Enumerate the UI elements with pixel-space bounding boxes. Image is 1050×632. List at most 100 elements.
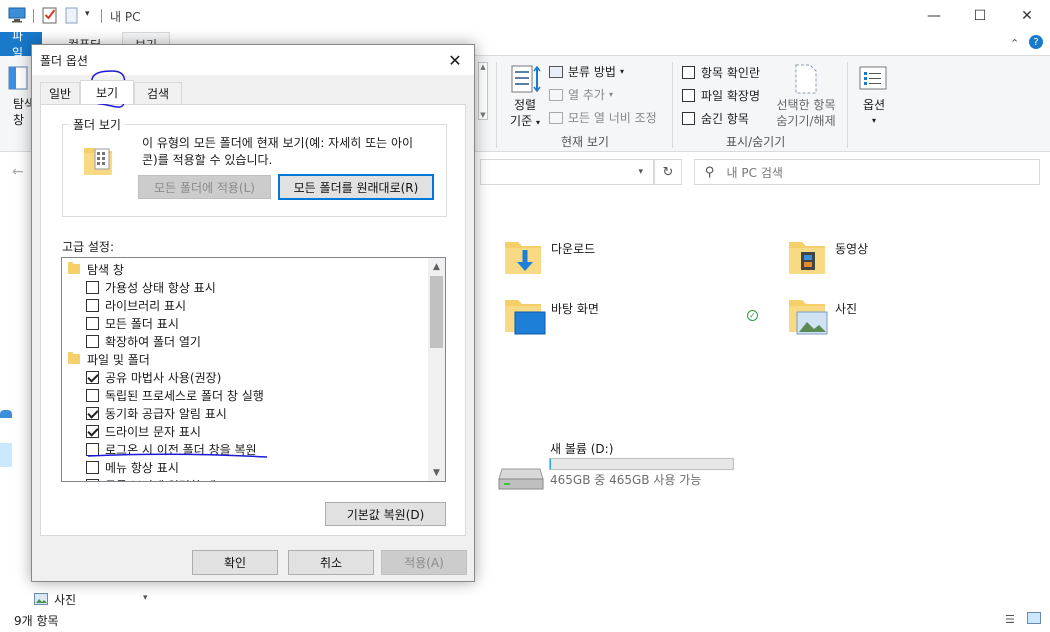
tree-checkbox-item[interactable]: 가용성 상태 항상 표시 [86,278,216,296]
tree-checkbox-item[interactable]: 드라이브 문자 표시 [86,422,201,440]
scroll-up-icon[interactable]: ▲ [428,258,445,275]
tree-folder-node[interactable]: 탐색 창 [68,260,124,278]
onedrive-icon[interactable] [0,410,12,418]
tree-checkbox-item[interactable]: 라이브러리 표시 [86,296,186,314]
tree-item-label: 탐색 창 [87,262,124,277]
tree-checkbox-item[interactable]: 동기화 공급자 알림 표시 [86,404,227,422]
large-icons-view-icon[interactable] [1027,612,1041,624]
folder-view-icon [83,143,113,180]
sort-by-icon[interactable] [511,64,541,97]
details-view-icon[interactable]: ☰ [1005,613,1015,626]
tree-checkbox-item[interactable]: 공유 마법사 사용(권장) [86,368,221,386]
help-icon[interactable]: ? [1029,35,1043,49]
advanced-settings-tree[interactable]: 탐색 창가용성 상태 항상 표시라이브러리 표시 모든 폴더 표시확장하여 폴더 … [61,257,446,482]
tree-checkbox-item[interactable]: 모든 폴더 표시 [86,314,179,332]
folder-icon [68,352,80,364]
collapse-ribbon-icon[interactable]: ⌃ [1010,37,1019,50]
fit-columns-icon [549,111,563,124]
checkbox[interactable] [86,298,99,312]
layout-gallery-scroll[interactable]: ▲ ▼ [478,62,488,120]
maximize-button[interactable]: ☐ [957,0,1003,32]
folder-videos-label[interactable]: 동영상 [835,240,868,257]
tree-scrollbar[interactable]: ▲ ▼ [428,258,445,481]
pictures-folder-icon[interactable] [787,296,831,341]
checkbox[interactable] [86,280,99,294]
apply-button[interactable]: 적용(A) [381,550,467,575]
item-checkboxes-toggle[interactable]: 항목 확인란 [682,64,760,81]
tree-checkbox-item[interactable]: 로그온 시 이전 폴더 창을 복원 [86,440,257,458]
status-bar [0,608,1050,632]
tab-general[interactable]: 일반 [40,82,80,104]
scroll-thumb[interactable] [430,276,443,348]
tree-item-label: 가용성 상태 항상 표시 [105,280,216,295]
tab-view[interactable]: 보기 [80,80,134,104]
computer-icon [8,7,26,25]
apply-to-folders-button[interactable]: 모든 폴더에 적용(L) [138,175,271,199]
qat-dropdown-icon[interactable]: ▾ [85,9,90,19]
tab-search[interactable]: 검색 [134,82,182,104]
checkbox[interactable] [86,460,99,474]
reset-folders-button[interactable]: 모든 폴더를 원래대로(R) [278,174,434,200]
cancel-button[interactable]: 취소 [288,550,374,575]
title-bar [0,0,1050,32]
tree-item-label: 라이브러리 표시 [105,298,187,313]
minimize-button[interactable]: — [911,0,957,32]
fit-columns-button[interactable]: 모든 열 너비 조정 [549,109,657,126]
checkbox[interactable] [86,388,99,402]
tree-item-label: 독립된 프로세스로 폴더 창 실행 [105,388,264,403]
tree-item-label: 확장하여 폴더 열기 [105,334,201,349]
checkbox[interactable] [86,406,99,420]
sort-by-button[interactable]: 정렬 기준 ▾ [508,97,542,131]
folder-icon [68,262,80,274]
nav-item-pictures[interactable]: 사진 [54,591,76,608]
hide-selected-icon[interactable] [793,64,819,97]
tree-checkbox-item[interactable]: 독립된 프로세스로 폴더 창 실행 [86,386,264,404]
scroll-down-icon[interactable]: ▼ [428,464,445,481]
group-by-button[interactable]: 분류 방법 ▾ [549,63,624,80]
folder-desktop-label[interactable]: 바탕 화면 [551,300,599,317]
restore-defaults-button[interactable]: 기본값 복원(D) [325,502,446,526]
folder-options-dialog: 폴더 옵션 ✕ 일반 보기 검색 폴더 보기 이 유형의 모든 폴더에 현재 보… [31,44,475,582]
nav-scroll-down-icon[interactable]: ▾ [143,593,148,603]
tree-item-label: 목록 보기에 입력할 때 [105,477,216,482]
checkbox[interactable] [86,334,99,348]
new-folder-icon[interactable] [65,7,79,25]
advanced-settings-label: 고급 설정: [62,240,115,254]
folder-downloads-label[interactable]: 다운로드 [551,240,595,257]
file-extensions-toggle[interactable]: 파일 확장명 [682,87,760,104]
nav-selected-item[interactable] [0,443,12,467]
checkbox[interactable] [86,370,99,384]
pictures-nav-icon [34,593,48,608]
options-icon[interactable] [859,66,887,93]
drive-name[interactable]: 새 볼륨 (D:) [550,440,613,457]
dialog-close-button[interactable]: ✕ [438,45,472,75]
checkbox[interactable] [86,424,99,438]
dialog-title: 폴더 옵션 [32,45,474,75]
add-columns-button[interactable]: 열 추가 ▾ [549,86,613,103]
tree-checkbox-item[interactable]: 목록 보기에 입력할 때 [86,476,216,482]
checkbox[interactable] [86,316,99,330]
options-button[interactable]: 옵션 ▾ [858,97,890,129]
group-by-icon [549,65,563,78]
properties-icon[interactable] [42,7,58,25]
back-icon[interactable]: ← [12,164,24,180]
ok-button[interactable]: 확인 [192,550,278,575]
hide-selected-button[interactable]: 선택한 항목 숨기기/해제 [772,97,840,129]
folder-pictures-label[interactable]: 사진 [835,300,857,317]
videos-folder-icon[interactable] [787,236,827,279]
navigation-pane-icon[interactable] [8,66,28,93]
refresh-button[interactable]: ↻ [654,159,682,185]
tree-checkbox-item[interactable]: 메뉴 항상 표시 [86,458,179,476]
search-icon: ⚲ [705,164,715,180]
desktop-folder-icon[interactable] [503,296,547,341]
hidden-items-toggle[interactable]: 숨긴 항목 [682,110,749,127]
tree-folder-node[interactable]: 파일 및 폴더 [68,350,150,368]
downloads-folder-icon[interactable] [503,236,543,279]
address-field[interactable]: ▾ [480,159,654,185]
search-box[interactable]: ⚲ 내 PC 검색 [694,159,1040,185]
checkbox[interactable] [86,478,99,481]
checkbox[interactable] [86,442,99,456]
tree-checkbox-item[interactable]: 확장하여 폴더 열기 [86,332,201,350]
drive-icon[interactable] [498,455,544,498]
close-window-button[interactable]: ✕ [1004,0,1050,32]
